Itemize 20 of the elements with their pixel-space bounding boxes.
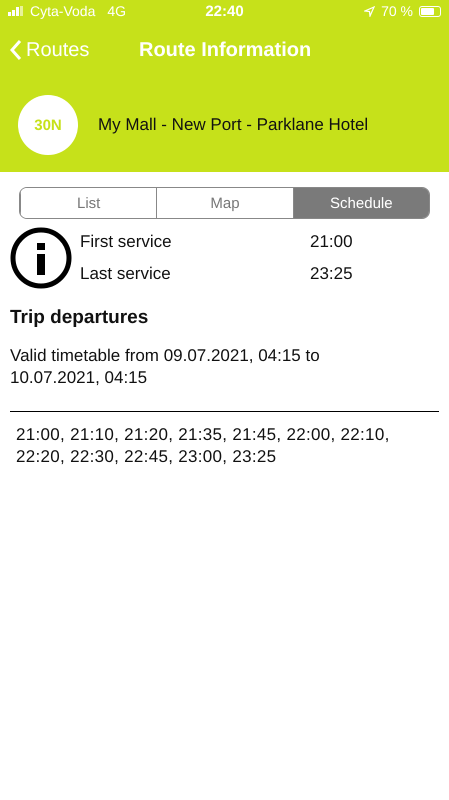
back-chevron-icon bbox=[10, 39, 22, 61]
service-label: First service bbox=[80, 232, 173, 252]
signal-icon bbox=[8, 6, 24, 16]
route-name: My Mall - New Port - Parklane Hotel bbox=[98, 115, 368, 135]
carrier-name: Cyta-Voda bbox=[30, 3, 96, 19]
service-time: 23:25 bbox=[310, 264, 353, 284]
service-time: 21:00 bbox=[310, 232, 353, 252]
validity-text: Valid timetable from 09.07.2021, 04:15 to 10.07.2021, 04:15 bbox=[10, 345, 321, 389]
clock: 22:40 bbox=[205, 3, 244, 20]
location-arrow-icon bbox=[364, 6, 376, 16]
battery-icon bbox=[419, 6, 441, 16]
info-icon bbox=[10, 227, 72, 289]
departure-times: 21:00, 21:10, 21:20, 21:35, 21:45, 22:00, 22:10, 22:20, 22:30, 22:45, 23:00, 23:25 bbox=[15, 424, 391, 468]
route-number-badge: 30N bbox=[18, 95, 78, 155]
page-title: Route Information bbox=[139, 38, 312, 62]
section-heading: Trip departures bbox=[10, 307, 150, 329]
battery-percent: 70 % bbox=[381, 3, 413, 19]
tab[interactable]: Schedule bbox=[292, 188, 429, 218]
service-label: Last service bbox=[80, 264, 172, 284]
network-type: 4G bbox=[107, 3, 126, 19]
